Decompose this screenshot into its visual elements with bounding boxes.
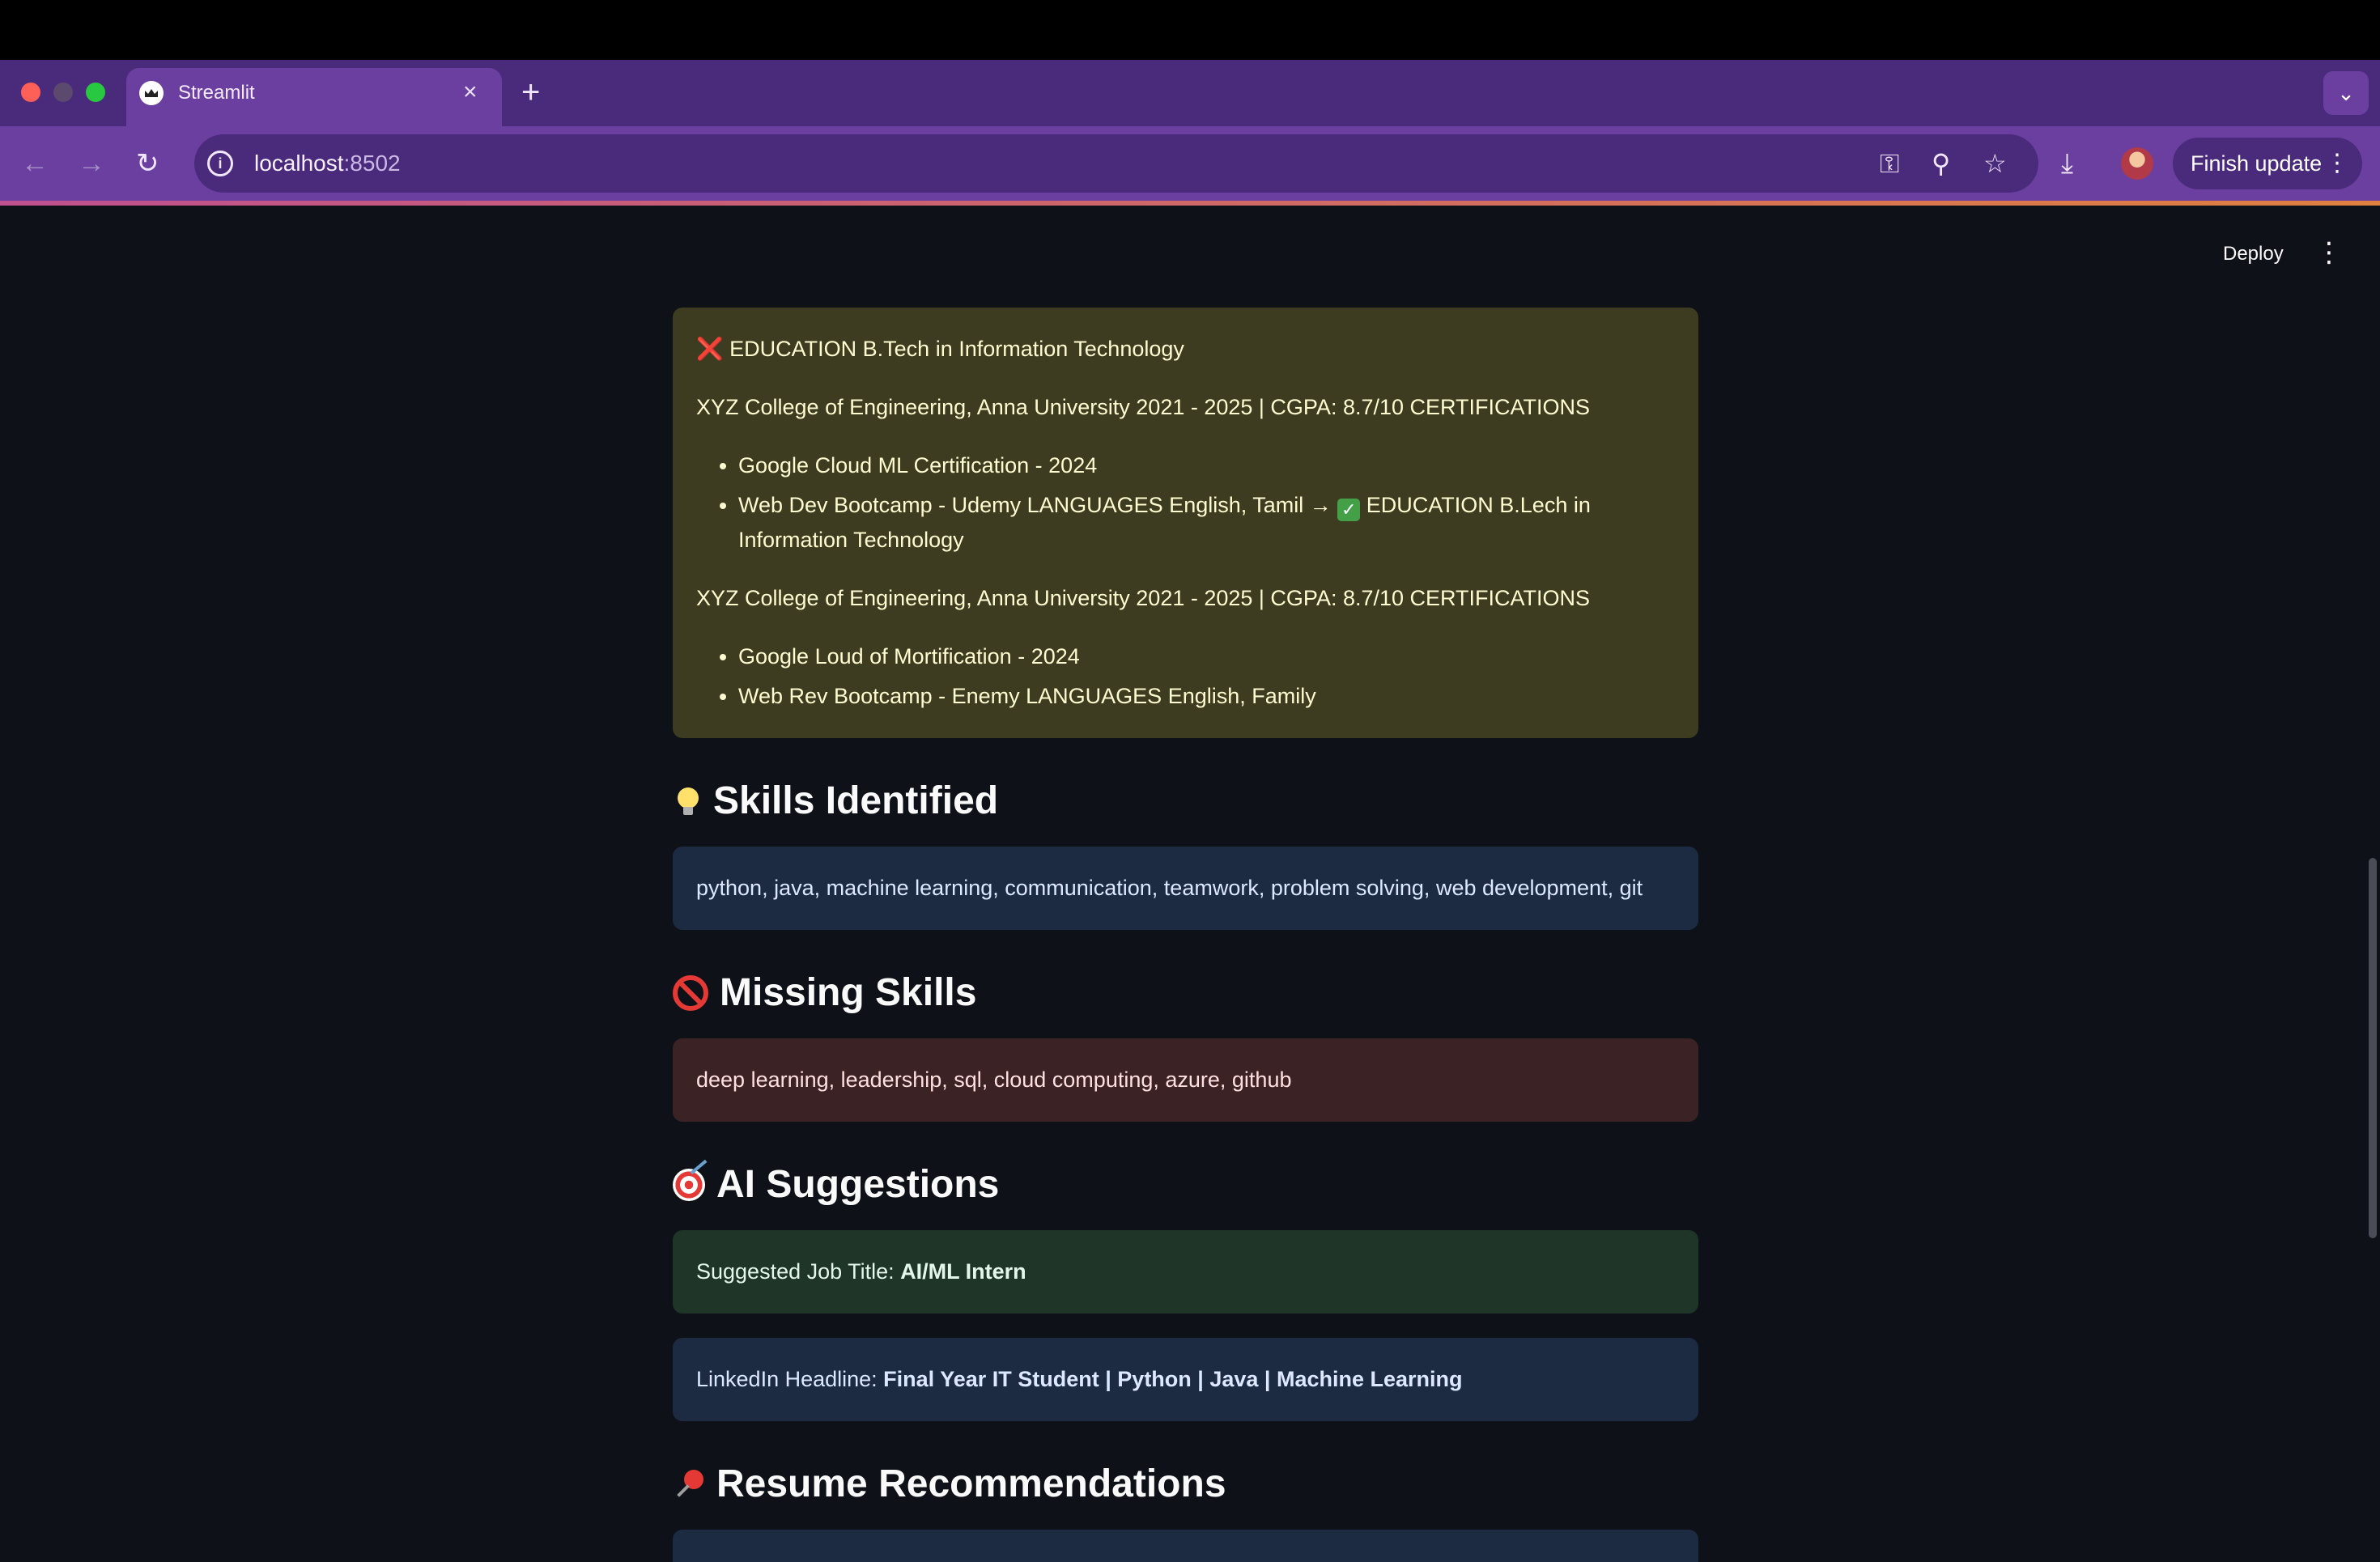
site-info-icon[interactable]: i bbox=[207, 151, 233, 176]
app-menu-icon[interactable]: ⋮ bbox=[2315, 236, 2343, 269]
ai-suggestions-heading-text: AI Suggestions bbox=[716, 1163, 1000, 1206]
back-arrow-icon[interactable]: ← bbox=[21, 146, 49, 181]
finish-update-label: Finish update bbox=[2191, 151, 2323, 176]
pushpin-icon bbox=[673, 1468, 705, 1500]
skills-heading: Skills Identified bbox=[673, 777, 1698, 826]
job-title-label: Suggested Job Title: bbox=[696, 1259, 901, 1284]
url-port: :8502 bbox=[343, 151, 401, 176]
skills-text: python, java, machine learning, communic… bbox=[696, 876, 1643, 900]
finish-update-button[interactable]: Finish update ⋮ bbox=[2173, 138, 2362, 189]
zoom-icon[interactable]: ⚲ bbox=[1932, 147, 1950, 180]
url-host: localhost bbox=[254, 151, 344, 176]
list-item: Web Rev Bootcamp - Enemy LANGUAGES Engli… bbox=[738, 679, 1675, 714]
ai-suggestions-heading: AI Suggestions bbox=[673, 1161, 1698, 1209]
check-mark-icon: ✓ bbox=[1337, 499, 1361, 521]
prohibited-icon bbox=[673, 975, 708, 1011]
address-bar[interactable] bbox=[194, 134, 2038, 193]
screen-top-bezel bbox=[0, 0, 2380, 60]
list-item-text: Web Dev Bootcamp - Udemy LANGUAGES Engli… bbox=[738, 493, 1338, 517]
list-item: Google Cloud ML Certification - 2024 bbox=[738, 448, 1675, 483]
browser-menu-icon[interactable]: ⋮ bbox=[2325, 138, 2349, 189]
window-zoom-control[interactable] bbox=[86, 83, 105, 102]
certification-list-2: Google Loud of Mortification - 2024 Web … bbox=[696, 639, 1675, 714]
reload-icon[interactable]: ↻ bbox=[136, 146, 159, 181]
missing-skills-heading: Missing Skills bbox=[673, 969, 1698, 1017]
recommendations-heading: Resume Recommendations bbox=[673, 1460, 1698, 1509]
list-item: Google Loud of Mortification - 2024 bbox=[738, 639, 1675, 674]
education-line-2: XYZ College of Engineering, Anna Univers… bbox=[696, 395, 1591, 419]
deploy-button[interactable]: Deploy bbox=[2223, 241, 2284, 267]
job-title-value: AI/ML Intern bbox=[900, 1259, 1026, 1284]
recommendations-heading-text: Resume Recommendations bbox=[716, 1462, 1226, 1505]
education-line-3: XYZ College of Engineering, Anna Univers… bbox=[696, 586, 1591, 610]
tab-close-icon[interactable]: × bbox=[463, 78, 478, 107]
tab-title: Streamlit bbox=[178, 82, 255, 104]
recommendations-info-box bbox=[673, 1530, 1698, 1562]
bookmark-star-icon[interactable]: ☆ bbox=[1983, 147, 2007, 180]
main-content: ❌ EDUCATION B.Tech in Information Techno… bbox=[673, 308, 1698, 1562]
education-line-1-text: EDUCATION B.Tech in Information Technolo… bbox=[729, 337, 1184, 361]
education-warning-box: ❌ EDUCATION B.Tech in Information Techno… bbox=[673, 308, 1698, 738]
education-line-1: ❌ EDUCATION B.Tech in Information Techno… bbox=[696, 332, 1675, 367]
job-title-success-box: Suggested Job Title: AI/ML Intern bbox=[673, 1230, 1698, 1314]
missing-skills-heading-text: Missing Skills bbox=[720, 971, 977, 1014]
linkedin-headline-info-box: LinkedIn Headline: Final Year IT Student… bbox=[673, 1338, 1698, 1421]
linkedin-label: LinkedIn Headline: bbox=[696, 1367, 884, 1391]
address-url[interactable]: localhost:8502 bbox=[254, 149, 401, 178]
tab-search-chevron-icon[interactable]: ⌄ bbox=[2323, 71, 2369, 115]
cross-mark-icon: ❌ bbox=[696, 337, 724, 361]
profile-avatar[interactable] bbox=[2121, 147, 2153, 180]
page-scrollbar-thumb[interactable] bbox=[2369, 858, 2377, 1238]
skills-info-box: python, java, machine learning, communic… bbox=[673, 847, 1698, 930]
skills-heading-text: Skills Identified bbox=[713, 779, 999, 822]
lightbulb-icon bbox=[678, 787, 699, 815]
certification-list-1: Google Cloud ML Certification - 2024 Web… bbox=[696, 448, 1675, 558]
missing-skills-error-box: deep learning, leadership, sql, cloud co… bbox=[673, 1038, 1698, 1122]
target-icon bbox=[673, 1169, 705, 1201]
missing-skills-text: deep learning, leadership, sql, cloud co… bbox=[696, 1068, 1292, 1092]
download-icon[interactable]: ⤓ bbox=[2061, 146, 2073, 181]
window-close-control[interactable] bbox=[21, 83, 40, 102]
forward-arrow-icon[interactable]: → bbox=[78, 146, 105, 181]
linkedin-value: Final Year IT Student | Python | Java | … bbox=[883, 1367, 1463, 1391]
list-item: Web Dev Bootcamp - Udemy LANGUAGES Engli… bbox=[738, 488, 1675, 558]
new-tab-icon[interactable]: + bbox=[521, 74, 540, 110]
password-key-icon[interactable]: ⚿ bbox=[1880, 147, 1899, 180]
streamlit-favicon-icon bbox=[139, 81, 164, 105]
page-loading-accent-line bbox=[0, 201, 2380, 206]
window-minimize-control[interactable] bbox=[53, 83, 73, 102]
